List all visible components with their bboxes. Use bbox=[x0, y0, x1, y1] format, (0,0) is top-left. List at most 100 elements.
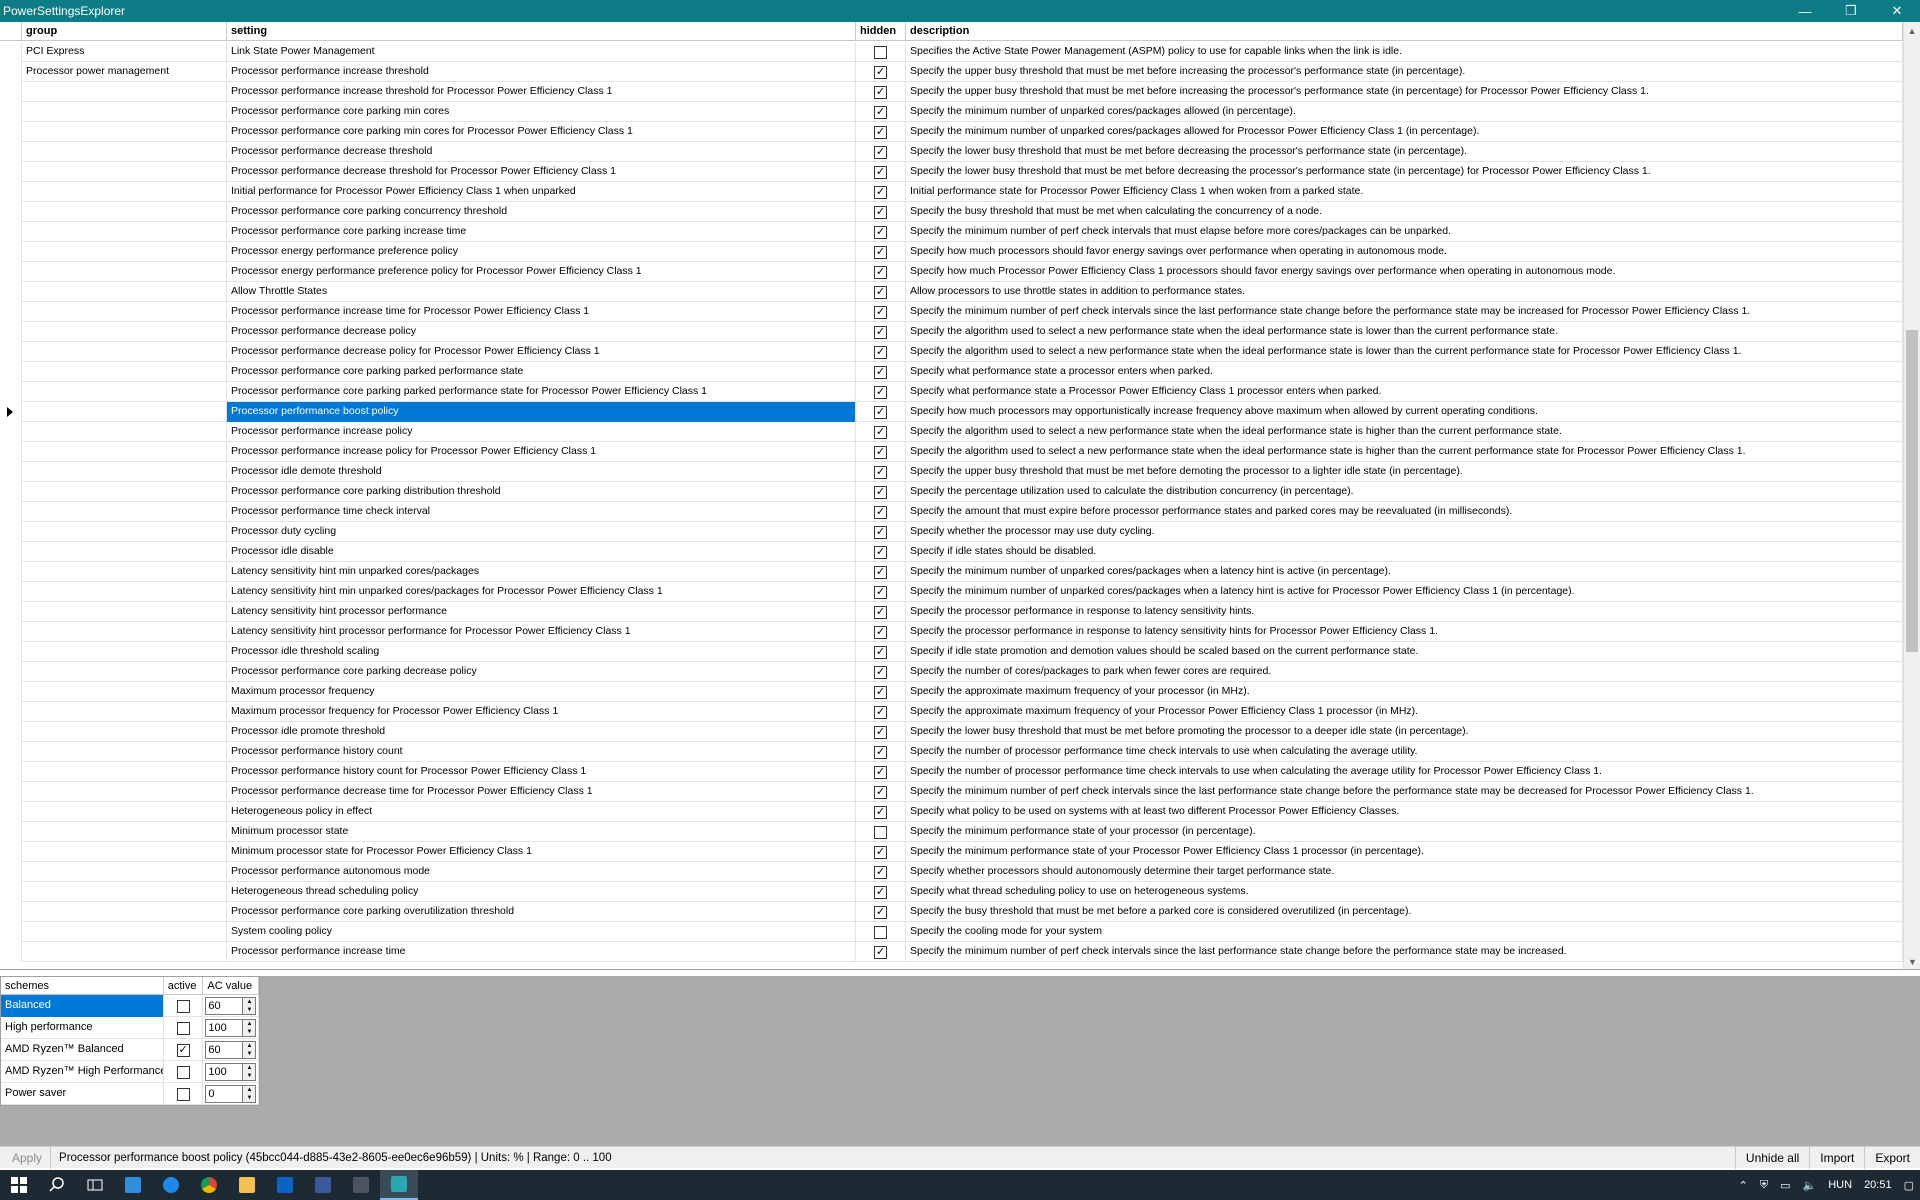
table-row[interactable]: Minimum processor state for Processor Po… bbox=[0, 842, 1903, 862]
row-selector[interactable] bbox=[0, 642, 22, 662]
scheme-name[interactable]: Power saver bbox=[1, 1083, 164, 1105]
power-settings-app-icon[interactable] bbox=[380, 1170, 418, 1200]
cell-description[interactable]: Initial performance state for Processor … bbox=[906, 182, 1903, 202]
cell-group[interactable] bbox=[22, 342, 227, 362]
spinner-arrows-icon[interactable]: ▲ ▼ bbox=[243, 1019, 257, 1037]
row-selector[interactable] bbox=[0, 402, 22, 422]
hidden-checkbox[interactable]: ✓ bbox=[874, 645, 887, 659]
scheme-row[interactable]: Balanced 60 ▲ ▼ bbox=[1, 995, 259, 1017]
hidden-checkbox[interactable]: ✓ bbox=[874, 805, 887, 819]
table-row[interactable]: Processor performance boost policy ✓ Speci… bbox=[0, 402, 1903, 422]
cell-description[interactable]: Specify the minimum number of perf check… bbox=[906, 782, 1903, 802]
export-button[interactable]: Export bbox=[1864, 1146, 1920, 1169]
table-row[interactable]: Processor performance increase time for … bbox=[0, 302, 1903, 322]
table-row[interactable]: Processor performance increase policy ✓ Sp… bbox=[0, 422, 1903, 442]
hidden-checkbox[interactable]: ✓ bbox=[874, 385, 887, 399]
cell-group[interactable] bbox=[22, 902, 227, 922]
cell-group[interactable] bbox=[22, 642, 227, 662]
scroll-down-arrow-icon[interactable]: ▼ bbox=[1904, 953, 1920, 969]
row-selector[interactable] bbox=[0, 362, 22, 382]
row-selector[interactable] bbox=[0, 162, 22, 182]
cell-description[interactable]: Specify if idle states should be disable… bbox=[906, 542, 1903, 562]
windows-start-icon[interactable] bbox=[0, 1170, 38, 1200]
hidden-checkbox[interactable]: ✓ bbox=[874, 425, 887, 439]
ac-value-input[interactable]: 60 bbox=[205, 1041, 244, 1059]
cell-group[interactable]: PCI Express bbox=[22, 42, 227, 62]
cell-description[interactable]: Specify the busy threshold that must be … bbox=[906, 202, 1903, 222]
hidden-checkbox[interactable]: ✓ bbox=[874, 285, 887, 299]
table-row[interactable]: Processor performance decrease threshold… bbox=[0, 162, 1903, 182]
cell-description[interactable]: Specify the upper busy threshold that mu… bbox=[906, 82, 1903, 102]
calculator-icon[interactable] bbox=[342, 1170, 380, 1200]
cell-setting[interactable]: Processor idle threshold scaling bbox=[227, 642, 856, 662]
cell-setting[interactable]: Processor performance decrease threshold… bbox=[227, 162, 856, 182]
scheme-row[interactable]: Power saver 0 ▲ ▼ bbox=[1, 1083, 259, 1105]
store-icon[interactable] bbox=[114, 1170, 152, 1200]
hidden-checkbox[interactable]: ✓ bbox=[874, 505, 887, 519]
cell-description[interactable]: Specify the number of processor performa… bbox=[906, 762, 1903, 782]
cell-description[interactable]: Specify the upper busy threshold that mu… bbox=[906, 462, 1903, 482]
table-row[interactable]: Maximum processor frequency for Processo… bbox=[0, 702, 1903, 722]
cell-setting[interactable]: Processor performance decrease policy bbox=[227, 322, 856, 342]
cell-group[interactable] bbox=[22, 862, 227, 882]
hidden-checkbox[interactable]: ✓ bbox=[874, 565, 887, 579]
row-selector[interactable] bbox=[0, 322, 22, 342]
cell-setting[interactable]: Processor idle demote threshold bbox=[227, 462, 856, 482]
cell-group[interactable] bbox=[22, 882, 227, 902]
table-row[interactable]: Processor performance increase threshold… bbox=[0, 82, 1903, 102]
row-selector[interactable] bbox=[0, 722, 22, 742]
table-row[interactable]: Heterogeneous thread scheduling policy ✓ S… bbox=[0, 882, 1903, 902]
hidden-checkbox[interactable]: ✓ bbox=[874, 845, 887, 859]
table-row[interactable]: Processor performance history count for … bbox=[0, 762, 1903, 782]
unhide-all-button[interactable]: Unhide all bbox=[1734, 1146, 1809, 1169]
row-selector[interactable] bbox=[0, 382, 22, 402]
volume-icon[interactable]: 🔈 bbox=[1797, 1179, 1823, 1192]
row-selector[interactable] bbox=[0, 42, 22, 62]
table-row[interactable]: Processor performance core parking incre… bbox=[0, 222, 1903, 242]
row-selector[interactable] bbox=[0, 142, 22, 162]
hidden-checkbox[interactable]: ✓ bbox=[874, 605, 887, 619]
hidden-checkbox[interactable] bbox=[874, 825, 887, 839]
spinner-arrows-icon[interactable]: ▲ ▼ bbox=[243, 1041, 257, 1059]
cell-description[interactable]: Specify the lower busy threshold that mu… bbox=[906, 162, 1903, 182]
hidden-checkbox[interactable]: ✓ bbox=[874, 745, 887, 759]
app-icon[interactable] bbox=[304, 1170, 342, 1200]
row-selector[interactable] bbox=[0, 102, 22, 122]
cell-group[interactable] bbox=[22, 322, 227, 342]
cell-group[interactable] bbox=[22, 382, 227, 402]
table-row[interactable]: Initial performance for Processor Power … bbox=[0, 182, 1903, 202]
cell-description[interactable]: Specify how much Processor Power Efficie… bbox=[906, 262, 1903, 282]
cell-group[interactable] bbox=[22, 102, 227, 122]
import-button[interactable]: Import bbox=[1809, 1146, 1864, 1169]
column-header-group[interactable]: group bbox=[22, 22, 227, 41]
cell-description[interactable]: Specify the minimum number of unparked c… bbox=[906, 122, 1903, 142]
scroll-up-arrow-icon[interactable]: ▲ bbox=[1904, 22, 1920, 39]
cell-group[interactable] bbox=[22, 702, 227, 722]
row-selector[interactable] bbox=[0, 182, 22, 202]
table-row[interactable]: Heterogeneous policy in effect ✓ Specify w… bbox=[0, 802, 1903, 822]
cell-setting[interactable]: Processor performance increase policy bbox=[227, 422, 856, 442]
cell-setting[interactable]: Processor duty cycling bbox=[227, 522, 856, 542]
cell-group[interactable] bbox=[22, 222, 227, 242]
cell-group[interactable] bbox=[22, 842, 227, 862]
table-row[interactable]: Allow Throttle States ✓ Allow processors t… bbox=[0, 282, 1903, 302]
cell-description[interactable]: Specifies the Active State Power Managem… bbox=[906, 42, 1903, 62]
cell-description[interactable]: Specify whether processors should autono… bbox=[906, 862, 1903, 882]
cell-group[interactable] bbox=[22, 602, 227, 622]
cell-setting[interactable]: Allow Throttle States bbox=[227, 282, 856, 302]
cell-setting[interactable]: Processor performance increase time for … bbox=[227, 302, 856, 322]
table-row[interactable]: PCI Express Link State Power Management Sp… bbox=[0, 42, 1903, 62]
cell-group[interactable] bbox=[22, 802, 227, 822]
cell-description[interactable]: Specify the approximate maximum frequenc… bbox=[906, 682, 1903, 702]
table-row[interactable]: Processor performance core parking concu… bbox=[0, 202, 1903, 222]
table-row[interactable]: Processor performance core parking parke… bbox=[0, 382, 1903, 402]
row-selector[interactable] bbox=[0, 882, 22, 902]
cell-setting[interactable]: Processor performance history count bbox=[227, 742, 856, 762]
hidden-checkbox[interactable]: ✓ bbox=[874, 525, 887, 539]
cell-description[interactable]: Specify the minimum number of perf check… bbox=[906, 942, 1903, 962]
cell-description[interactable]: Specify what performance state a Process… bbox=[906, 382, 1903, 402]
cell-group[interactable]: Processor power management bbox=[22, 62, 227, 82]
scheme-name[interactable]: Balanced bbox=[1, 995, 164, 1017]
cell-description[interactable]: Specify the minimum number of unparked c… bbox=[906, 102, 1903, 122]
row-selector[interactable] bbox=[0, 862, 22, 882]
